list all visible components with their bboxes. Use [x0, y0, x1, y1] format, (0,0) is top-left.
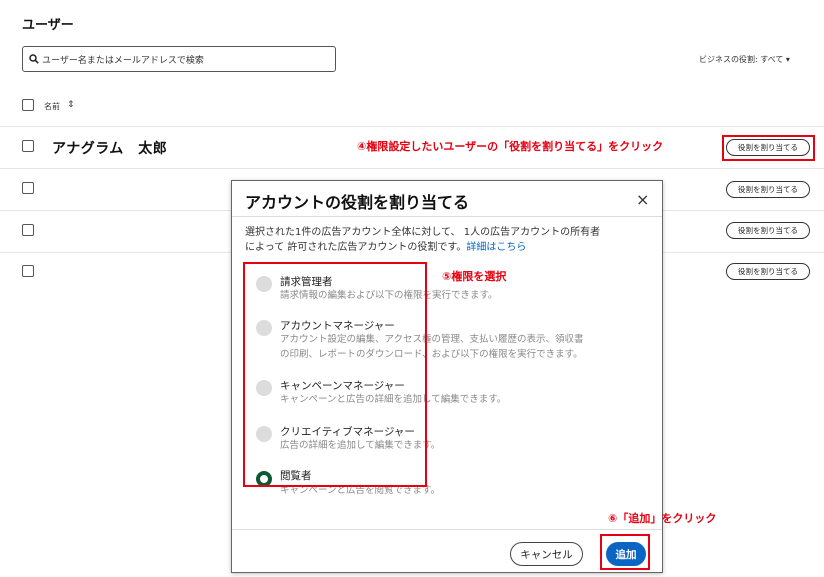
step4-annotation: ④権限設定したいユーザーの「役割を割り当てる」をクリック [357, 140, 664, 153]
roles-highlight-box [243, 262, 427, 487]
assign-role-button[interactable]: 役割を割り当てる [726, 181, 810, 198]
page-title: ユーザー [22, 18, 74, 33]
details-link[interactable]: 詳細はこちら [466, 242, 526, 253]
search-input[interactable]: ユーザー名またはメールアドレスで検索 [22, 46, 336, 72]
row-checkbox[interactable] [22, 140, 34, 152]
search-icon [29, 54, 39, 64]
description-line-1: 選択された1件の広告アカウント全体に対して、 1人の広告アカウントの所有者 [245, 227, 601, 238]
row-divider [0, 168, 824, 169]
sort-icon[interactable]: ⇕ [67, 100, 75, 110]
user-name: アナグラム 太郎 [52, 141, 168, 157]
assign-role-button[interactable]: 役割を割り当てる [726, 222, 810, 239]
column-name-header[interactable]: 名前 [44, 101, 60, 112]
row-checkbox[interactable] [22, 265, 34, 277]
dialog-description: 選択された1件の広告アカウント全体に対して、 1人の広告アカウントの所有者 によ… [245, 225, 653, 255]
cancel-button[interactable]: キャンセル [510, 542, 583, 566]
assign-role-button[interactable]: 役割を割り当てる [726, 139, 810, 156]
select-all-checkbox[interactable] [22, 99, 34, 111]
dialog-footer-divider [232, 529, 662, 530]
dialog-title: アカウントの役割を割り当てる [245, 193, 470, 212]
business-role-filter[interactable]: ビジネスの役割: すべて ▾ [699, 54, 790, 65]
step5-annotation: ⑤権限を選択 [442, 270, 507, 283]
description-line-2: によって 許可された広告アカウントの役割です。 [245, 242, 467, 253]
row-divider [0, 126, 824, 127]
row-checkbox[interactable] [22, 224, 34, 236]
assign-role-button[interactable]: 役割を割り当てる [726, 263, 810, 280]
row-checkbox[interactable] [22, 182, 34, 194]
dialog-divider [232, 216, 662, 217]
close-icon[interactable]: × [636, 190, 649, 209]
add-highlight-box [600, 534, 650, 570]
step6-annotation: ⑥「追加」をクリック [608, 512, 717, 525]
search-placeholder: ユーザー名またはメールアドレスで検索 [42, 55, 204, 66]
